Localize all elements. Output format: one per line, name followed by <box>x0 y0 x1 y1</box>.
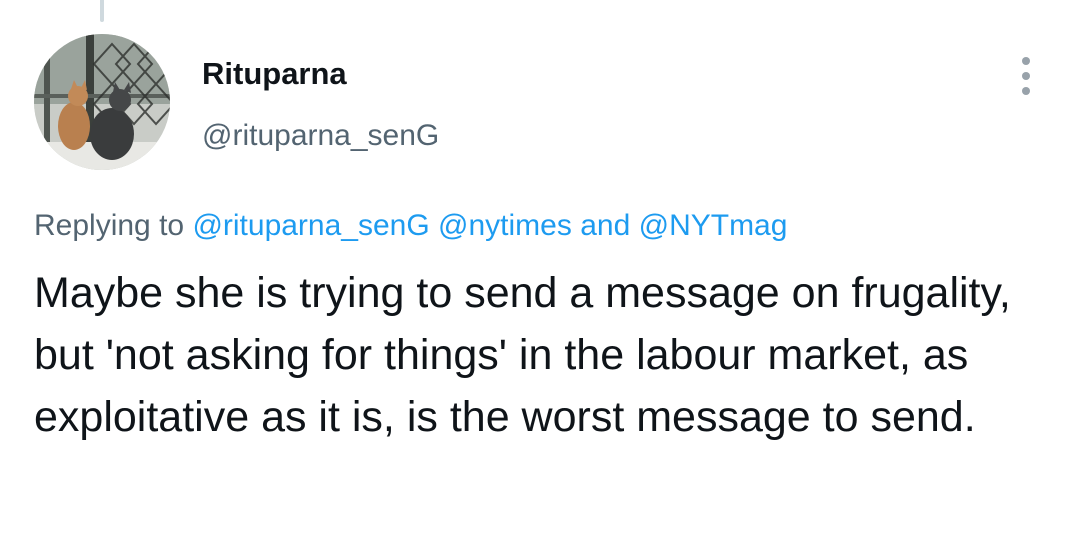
more-options-button[interactable] <box>1004 50 1048 102</box>
reply-context: Replying to @rituparna_senG @nytimes and… <box>34 206 787 246</box>
author-name[interactable]: Rituparna <box>202 56 347 92</box>
tweet-text: Maybe she is trying to send a message on… <box>34 269 1011 441</box>
mention-link-rituparna[interactable]: @rituparna_senG <box>192 209 429 242</box>
reply-conjunction: and <box>580 209 631 242</box>
avatar-image <box>34 34 170 170</box>
mention-link-nytmag[interactable]: @NYTmag <box>639 209 788 242</box>
more-vertical-icon <box>1022 57 1030 95</box>
reply-prefix: Replying to <box>34 209 185 242</box>
mention-link-nytimes[interactable]: @nytimes <box>438 209 572 242</box>
thread-connector-line <box>100 0 104 22</box>
author-handle[interactable]: @rituparna_senG <box>202 118 439 154</box>
avatar[interactable] <box>34 34 170 170</box>
